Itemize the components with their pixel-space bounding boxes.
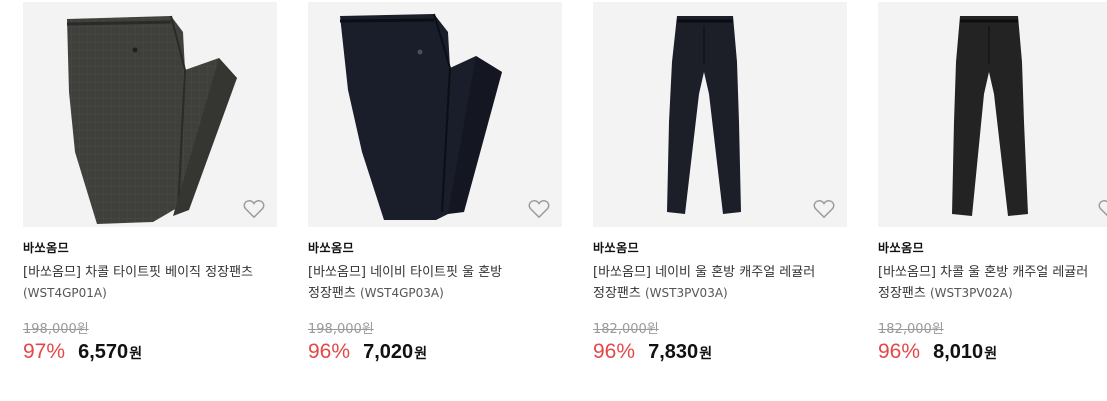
currency-unit: 원	[984, 346, 998, 362]
price-row: 96% 8,010원	[878, 340, 997, 364]
product-card[interactable]: 바쏘옴므 [바쏘옴므] 차콜 울 혼방 캐주얼 레귤러 정장팬츠 (WST3PV…	[878, 2, 1107, 382]
product-card[interactable]: 바쏘옴므 [바쏘옴므] 네이비 타이트핏 울 혼방 정장팬츠 (WST4GP03…	[308, 2, 562, 382]
product-name[interactable]: [바쏘옴므] 네이비 타이트핏 울 혼방 정장팬츠 (WST4GP03A)	[308, 262, 546, 304]
heart-icon[interactable]	[813, 199, 835, 219]
discount-rate: 96%	[878, 340, 921, 363]
navy-pants-straight-image	[667, 16, 741, 214]
product-grid: 바쏘옴므 [바쏘옴므] 차콜 타이트핏 베이직 정장팬츠 (WST4GP01A)…	[0, 0, 1107, 401]
discount-rate: 96%	[593, 340, 636, 363]
original-price: 182,000원	[878, 322, 944, 337]
product-name[interactable]: [바쏘옴므] 차콜 타이트핏 베이직 정장팬츠 (WST4GP01A)	[23, 262, 261, 304]
brand-name[interactable]: 바쏘옴므	[878, 239, 924, 256]
brand-name[interactable]: 바쏘옴므	[593, 239, 639, 256]
charcoal-pants-folded-image	[66, 15, 237, 224]
product-image[interactable]	[878, 2, 1107, 227]
sale-price: 8,010	[933, 341, 984, 363]
product-code[interactable]: (WST3PV03A)	[645, 286, 728, 300]
sale-price: 6,570	[78, 341, 129, 363]
product-image[interactable]	[308, 2, 562, 227]
product-code[interactable]: (WST4GP03A)	[360, 286, 444, 300]
original-price: 182,000원	[593, 322, 659, 337]
navy-pants-folded-image	[339, 13, 502, 220]
product-code[interactable]: (WST4GP01A)	[23, 286, 107, 300]
product-image[interactable]	[23, 2, 277, 227]
price-row: 96% 7,830원	[593, 340, 712, 364]
product-title[interactable]: [바쏘옴므] 차콜 타이트핏 베이직 정장팬츠	[23, 265, 253, 280]
price-row: 97% 6,570원	[23, 340, 142, 364]
discount-rate: 96%	[308, 340, 351, 363]
heart-icon[interactable]	[1098, 199, 1107, 219]
original-price: 198,000원	[23, 322, 89, 337]
product-name[interactable]: [바쏘옴므] 차콜 울 혼방 캐주얼 레귤러 정장팬츠 (WST3PV02A)	[878, 262, 1107, 304]
product-card[interactable]: 바쏘옴므 [바쏘옴므] 네이비 울 혼방 캐주얼 레귤러 정장팬츠 (WST3P…	[593, 2, 847, 382]
original-price: 198,000원	[308, 322, 374, 337]
brand-name[interactable]: 바쏘옴므	[23, 239, 69, 256]
brand-name[interactable]: 바쏘옴므	[308, 239, 354, 256]
product-name[interactable]: [바쏘옴므] 네이비 울 혼방 캐주얼 레귤러 정장팬츠 (WST3PV03A)	[593, 262, 831, 304]
price-row: 96% 7,020원	[308, 340, 427, 364]
product-code[interactable]: (WST3PV02A)	[930, 286, 1013, 300]
currency-unit: 원	[129, 346, 143, 362]
product-card[interactable]: 바쏘옴므 [바쏘옴므] 차콜 타이트핏 베이직 정장팬츠 (WST4GP01A)…	[23, 2, 277, 382]
sale-price: 7,020	[363, 341, 414, 363]
charcoal-pants-straight-image	[952, 16, 1028, 216]
currency-unit: 원	[414, 346, 428, 362]
product-image[interactable]	[593, 2, 847, 227]
currency-unit: 원	[699, 346, 713, 362]
heart-icon[interactable]	[528, 199, 550, 219]
discount-rate: 97%	[23, 340, 66, 363]
heart-icon[interactable]	[243, 199, 265, 219]
sale-price: 7,830	[648, 341, 699, 363]
